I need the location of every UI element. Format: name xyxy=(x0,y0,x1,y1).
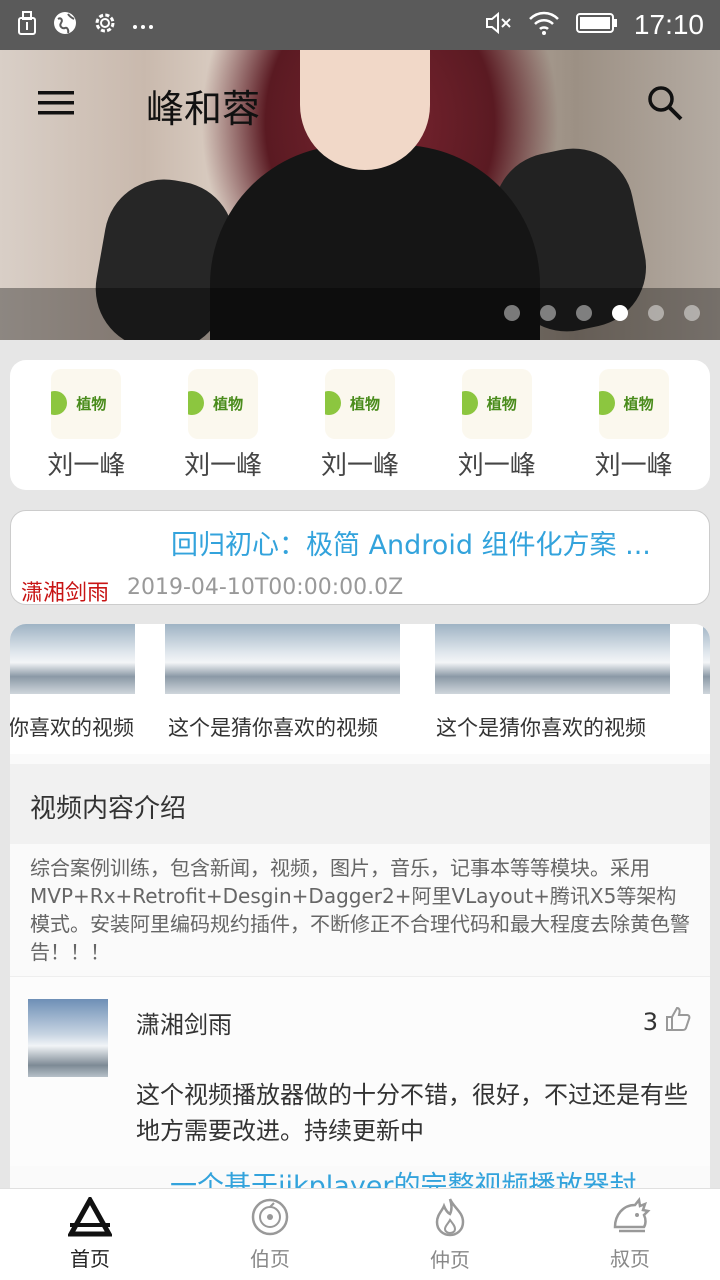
wifi-icon xyxy=(528,10,560,40)
carousel-indicator xyxy=(504,305,700,321)
plant-logo-icon: 植物 xyxy=(598,368,669,439)
tab-zhong[interactable]: 仲页 xyxy=(360,1189,540,1280)
quick-icon-label: 刘一峰 xyxy=(320,450,399,481)
plant-logo-icon: 植物 xyxy=(51,368,122,439)
carousel-dot[interactable] xyxy=(684,305,700,321)
status-bar: 17:10 xyxy=(0,0,720,50)
search-icon[interactable] xyxy=(646,84,684,126)
video-thumbnail-row: 你喜欢的视频 这个是猜你喜欢的视频 这个是猜你喜欢的视频 xyxy=(10,624,710,754)
video-thumbnail[interactable] xyxy=(165,624,400,694)
video-thumbnail[interactable] xyxy=(10,624,135,694)
plant-logo-icon: 植物 xyxy=(461,368,532,439)
tab-shu[interactable]: 叔页 xyxy=(540,1189,720,1280)
tab-label: 仲页 xyxy=(430,1248,470,1272)
app-title: 峰和蓉 xyxy=(146,86,261,131)
plant-logo-icon: 植物 xyxy=(324,368,395,439)
tab-label: 叔页 xyxy=(610,1247,650,1271)
mute-icon xyxy=(484,10,512,40)
video-intro-text: 综合案例训练，包含新闻，视频，图片，音乐，记事本等等模块。采用MVP+Rx+Re… xyxy=(30,856,690,964)
avatar xyxy=(28,999,108,1077)
like-counter[interactable]: 3 xyxy=(643,1005,692,1039)
comment-item: 潇湘剑雨 3 这个视频播放器做的十分不错，很好，不过还是有些地方需要改进。持续更… xyxy=(10,976,710,1166)
video-thumbnail-label: 你喜欢的视频 xyxy=(10,716,134,740)
thumbs-up-icon[interactable] xyxy=(664,1005,692,1039)
flame-icon xyxy=(430,1196,470,1242)
like-count: 3 xyxy=(642,1008,658,1036)
quick-icon-item[interactable]: 植物 刘一峰 xyxy=(437,368,557,482)
comment-text: 这个视频播放器做的十分不错，很好，不过还是有些地方需要改进。持续更新中 xyxy=(136,1081,688,1145)
tab-home[interactable]: 首页 xyxy=(0,1189,180,1280)
quick-icon-label: 刘一峰 xyxy=(184,450,263,481)
carousel-dot[interactable] xyxy=(504,305,520,321)
bottom-tab-bar: 首页 伯页 仲页 叔页 xyxy=(0,1188,720,1280)
tab-label: 首页 xyxy=(70,1247,110,1271)
quick-icon-item[interactable]: 植物 刘一峰 xyxy=(26,368,146,482)
quick-icon-label: 刘一峰 xyxy=(594,450,673,481)
carousel-dot[interactable] xyxy=(648,305,664,321)
comment-author: 潇湘剑雨 xyxy=(136,1011,232,1039)
hedgehog-icon xyxy=(609,1197,651,1241)
carousel-dot-active[interactable] xyxy=(612,305,628,321)
video-thumbnail[interactable] xyxy=(703,624,710,694)
globe-icon xyxy=(52,10,78,40)
video-thumbnail-label: 这个是猜你喜欢的视频 xyxy=(436,716,646,740)
usb-icon xyxy=(16,10,38,40)
article-author: 潇湘剑雨 xyxy=(21,581,110,606)
carousel-dot[interactable] xyxy=(576,305,592,321)
quick-icon-label: 刘一峰 xyxy=(457,450,536,481)
tab-label: 伯页 xyxy=(250,1247,290,1271)
video-thumbnail-label: 这个是猜你喜欢的视频 xyxy=(168,716,378,740)
video-intro-header: 视频内容介绍 xyxy=(10,764,710,844)
quick-icons-card: 植物 刘一峰 植物 刘一峰 植物 刘一峰 植物 刘一峰 植物 刘一峰 xyxy=(10,360,710,490)
quick-icon-label: 刘一峰 xyxy=(47,450,126,481)
video-thumbnail[interactable] xyxy=(435,624,670,694)
quick-icon-item[interactable]: 植物 刘一峰 xyxy=(300,368,420,482)
article-title[interactable]: 回归初心：极简 Android 组件化方案 ... xyxy=(171,523,701,562)
article-card[interactable]: 回归初心：极简 Android 组件化方案 ... 潇湘剑雨 2019-04-1… xyxy=(10,510,710,606)
battery-icon xyxy=(575,12,618,38)
carousel-dot[interactable] xyxy=(540,305,556,321)
hamburger-menu-icon[interactable] xyxy=(36,88,76,122)
quick-icon-item[interactable]: 植物 刘一峰 xyxy=(163,368,283,482)
article-date: 2019-04-10T00:00:00.0Z xyxy=(127,575,404,600)
quick-icon-item[interactable]: 植物 刘一峰 xyxy=(574,368,694,482)
settings-icon xyxy=(92,10,118,40)
plant-logo-icon: 植物 xyxy=(188,368,259,439)
status-time: 17:10 xyxy=(633,9,704,40)
tab-bo[interactable]: 伯页 xyxy=(180,1189,360,1280)
video-intro-heading: 视频内容介绍 xyxy=(30,794,187,824)
disc-icon xyxy=(250,1197,290,1241)
video-card[interactable]: 你喜欢的视频 这个是猜你喜欢的视频 这个是猜你喜欢的视频 视频内容介绍 综合案例… xyxy=(10,624,710,1224)
triangle-home-icon xyxy=(66,1194,114,1241)
more-icon xyxy=(132,16,154,35)
top-bar: 峰和蓉 xyxy=(0,60,720,150)
